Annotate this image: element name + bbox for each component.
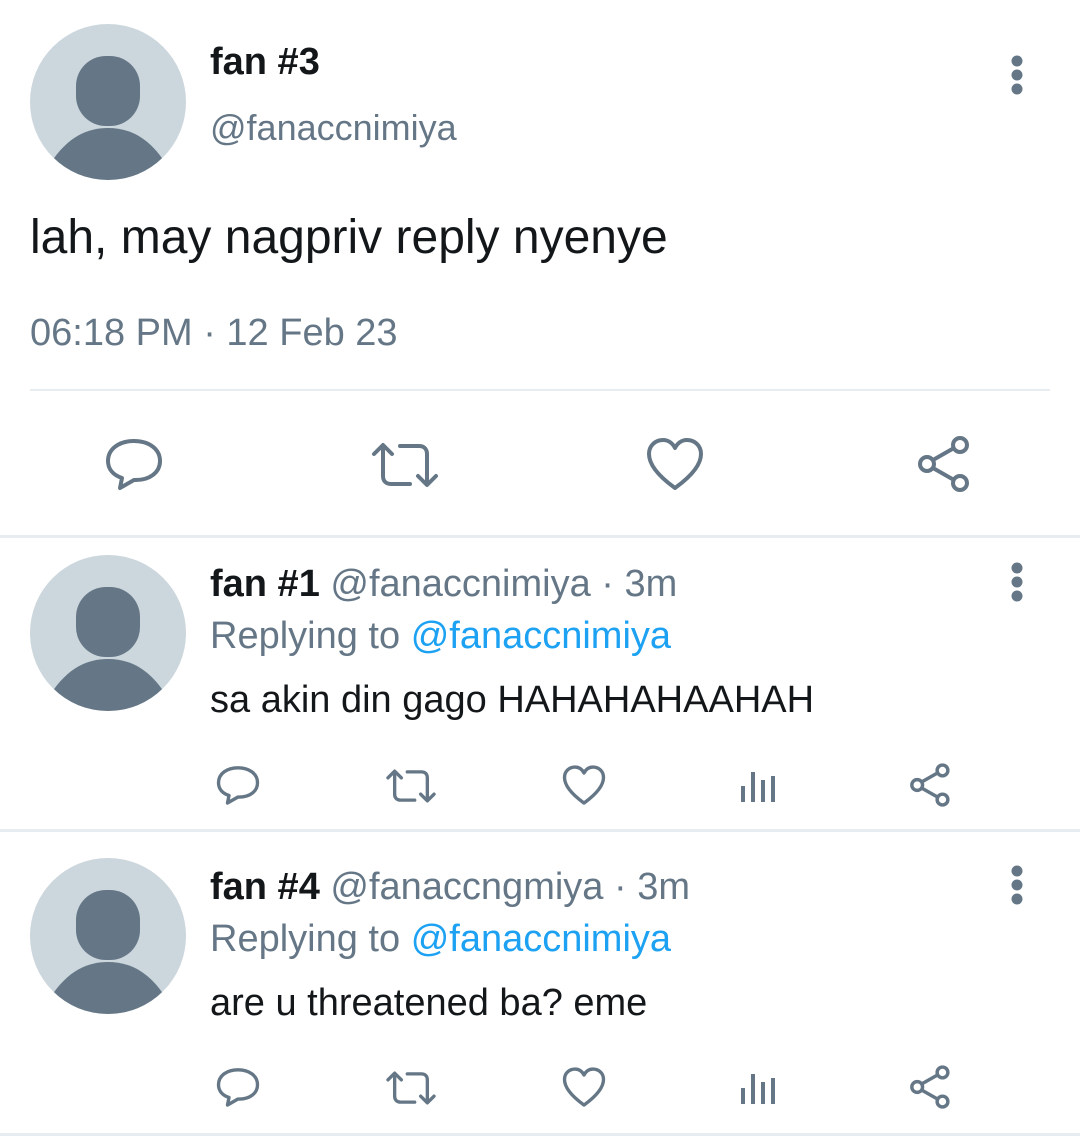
reply-header: fan #1 @fanaccnimiya · 3m (210, 562, 677, 606)
retweet-icon[interactable] (370, 440, 440, 490)
reply-icon[interactable] (215, 1066, 261, 1108)
retweet-icon[interactable] (385, 1069, 437, 1107)
more-options-icon[interactable] (995, 45, 1039, 105)
avatar[interactable] (30, 858, 186, 1014)
user-handle[interactable]: @fanaccnimiya (210, 106, 457, 150)
divider (0, 829, 1080, 832)
divider (0, 535, 1080, 538)
reply-text: are u threatened ba? eme (210, 982, 648, 1024)
reply-text: sa akin din gago HAHAHAHAAHAH (210, 679, 815, 721)
reply-header: fan #4 @fanaccngmiya · 3m (210, 865, 690, 909)
replying-to-handle[interactable]: @fanaccnimiya (411, 615, 671, 657)
replying-to-label: Replying to (210, 918, 401, 960)
replying-to-label: Replying to (210, 615, 401, 657)
retweet-icon[interactable] (385, 767, 437, 805)
default-avatar-icon (50, 56, 166, 180)
avatar[interactable] (30, 555, 186, 711)
avatar[interactable] (30, 24, 186, 180)
replying-to-handle[interactable]: @fanaccnimiya (411, 918, 671, 960)
default-avatar-icon (50, 890, 166, 1014)
like-icon[interactable] (645, 436, 705, 492)
replying-to: Replying to @fanaccnimiya (210, 917, 671, 961)
analytics-icon[interactable] (738, 766, 778, 806)
like-icon[interactable] (561, 1066, 607, 1108)
analytics-icon[interactable] (738, 1068, 778, 1108)
share-icon[interactable] (915, 434, 975, 494)
display-name[interactable]: fan #1 (210, 563, 320, 605)
like-icon[interactable] (561, 764, 607, 806)
reply-age: · 3m (601, 563, 678, 605)
display-name[interactable]: fan #4 (210, 866, 320, 908)
reply-icon[interactable] (215, 764, 261, 806)
default-avatar-icon (50, 587, 166, 711)
replying-to: Replying to @fanaccnimiya (210, 614, 671, 658)
share-icon[interactable] (908, 1064, 954, 1110)
reply-icon[interactable] (104, 436, 164, 492)
more-options-icon[interactable] (995, 552, 1039, 612)
tweet-text: lah, may nagpriv reply nyenye (30, 211, 668, 264)
display-name[interactable]: fan #3 (210, 40, 320, 84)
reply-age: · 3m (614, 866, 690, 908)
user-handle[interactable]: @fanaccnimiya (330, 563, 590, 605)
share-icon[interactable] (908, 762, 954, 808)
tweet-timestamp[interactable]: 06:18 PM · 12 Feb 23 (30, 310, 398, 356)
user-handle[interactable]: @fanaccngmiya (330, 866, 603, 908)
divider (30, 389, 1050, 391)
divider (0, 1133, 1080, 1136)
more-options-icon[interactable] (995, 855, 1039, 915)
